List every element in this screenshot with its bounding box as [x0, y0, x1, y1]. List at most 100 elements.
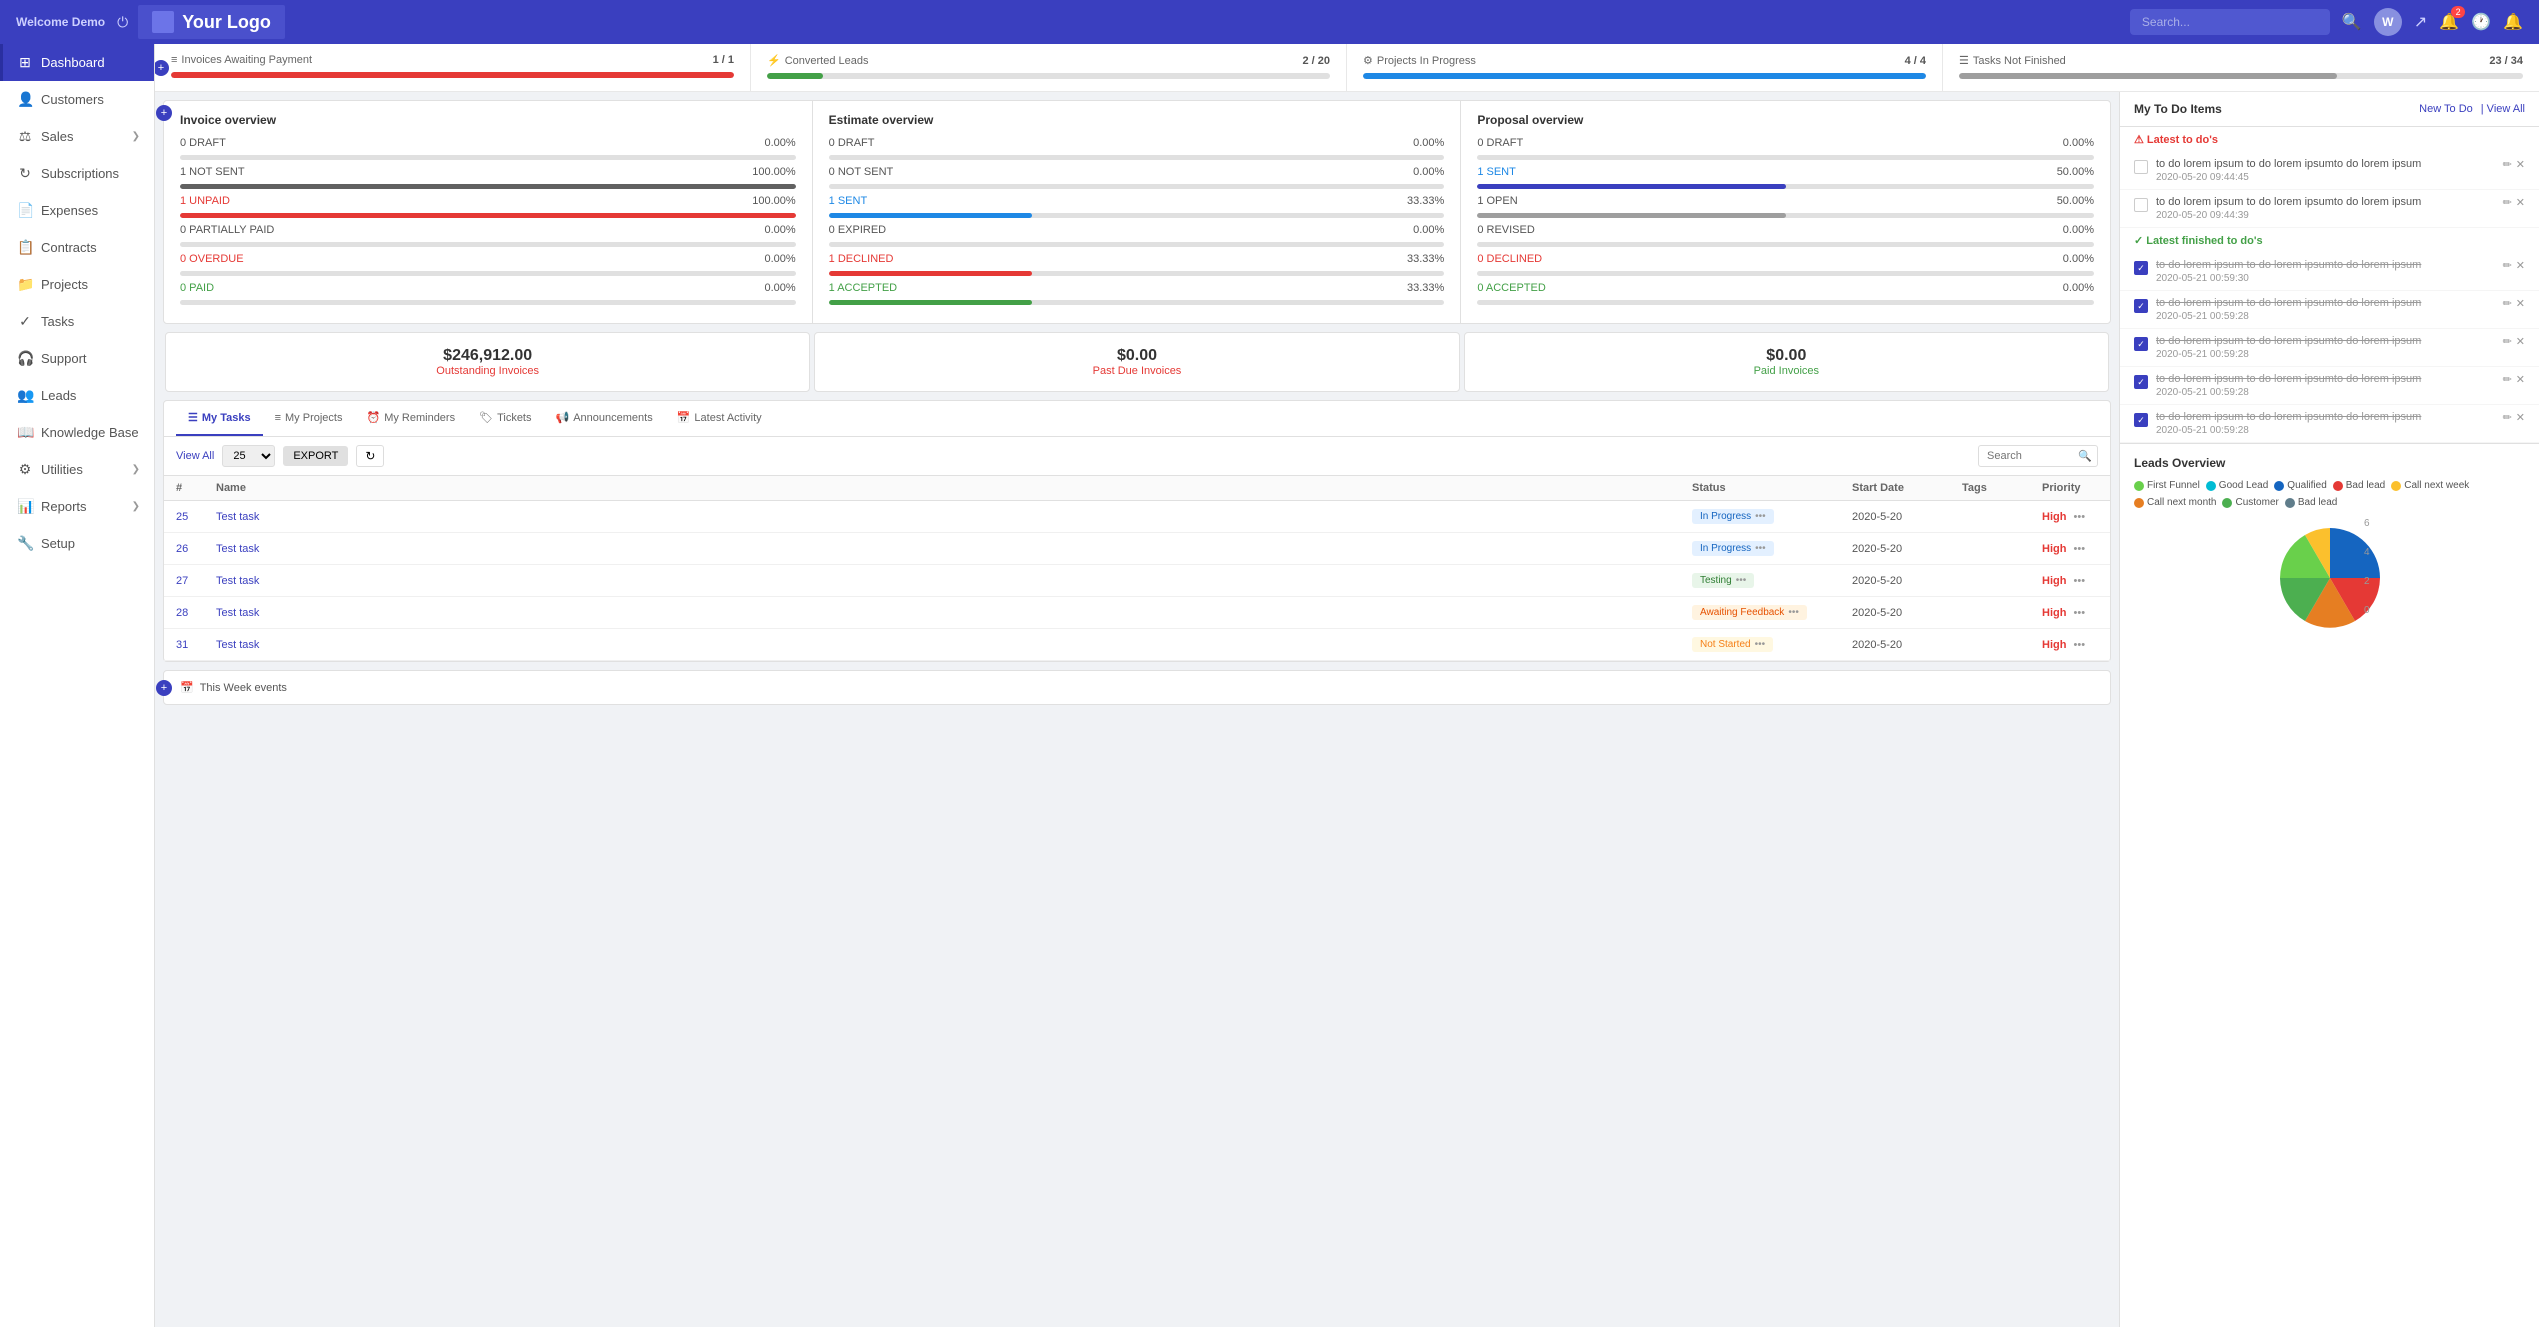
- delete-todo-btn-checked-4[interactable]: ✕: [2516, 373, 2525, 386]
- delete-todo-btn-1[interactable]: ✕: [2516, 158, 2525, 171]
- ov-draft-label: 0 DRAFT: [180, 137, 226, 149]
- global-search-input[interactable]: [2130, 9, 2330, 35]
- sidebar-item-setup[interactable]: 🔧 Setup: [0, 525, 154, 562]
- delete-todo-btn-checked-3[interactable]: ✕: [2516, 335, 2525, 348]
- sidebar-item-knowledge-base[interactable]: 📖 Knowledge Base: [0, 414, 154, 451]
- logo-text: Your Logo: [182, 12, 271, 33]
- task-id-link[interactable]: 28: [176, 607, 188, 619]
- priority-dots[interactable]: •••: [2074, 639, 2086, 651]
- task-id-link[interactable]: 31: [176, 639, 188, 651]
- sidebar-item-reports[interactable]: 📊 Reports ❯: [0, 488, 154, 525]
- priority-dots[interactable]: •••: [2074, 607, 2086, 619]
- task-tags: [1950, 533, 2030, 565]
- status-dots[interactable]: •••: [1736, 575, 1747, 586]
- task-name-link[interactable]: Test task: [216, 511, 259, 523]
- edit-todo-btn-checked-4[interactable]: ✏: [2503, 373, 2512, 386]
- stat-card-header-3: ⚙ Projects In Progress 4 / 4: [1363, 54, 1926, 67]
- tab-latest-activity[interactable]: 📅 Latest Activity: [665, 401, 774, 436]
- todo-checkbox-checked-5[interactable]: ✓: [2134, 413, 2148, 427]
- delete-todo-btn-checked-5[interactable]: ✕: [2516, 411, 2525, 424]
- task-id-link[interactable]: 27: [176, 575, 188, 587]
- todo-checkbox-checked-3[interactable]: ✓: [2134, 337, 2148, 351]
- tab-my-reminders[interactable]: ⏰ My Reminders: [354, 401, 467, 436]
- delete-todo-btn-checked-1[interactable]: ✕: [2516, 259, 2525, 272]
- per-page-select[interactable]: 25 50 100: [222, 445, 275, 467]
- priority-dots[interactable]: •••: [2074, 575, 2086, 587]
- sidebar-item-support[interactable]: 🎧 Support: [0, 340, 154, 377]
- my-tasks-icon: ☰: [188, 411, 198, 424]
- edit-todo-btn-checked-2[interactable]: ✏: [2503, 297, 2512, 310]
- edit-todo-btn-1[interactable]: ✏: [2503, 158, 2512, 171]
- task-id-link[interactable]: 26: [176, 543, 188, 555]
- task-name-link[interactable]: Test task: [216, 639, 259, 651]
- task-id-link[interactable]: 25: [176, 511, 188, 523]
- ov-row: 0 DRAFT 0.00%: [180, 137, 796, 149]
- task-name-link[interactable]: Test task: [216, 575, 259, 587]
- sidebar-item-tasks[interactable]: ✓ Tasks: [0, 303, 154, 340]
- edit-todo-btn-2[interactable]: ✏: [2503, 196, 2512, 209]
- add-week-btn[interactable]: +: [156, 680, 172, 696]
- status-dots[interactable]: •••: [1755, 639, 1766, 650]
- pastdue-label: Past Due Invoices: [835, 365, 1438, 377]
- sidebar-item-customers[interactable]: 👤 Customers: [0, 81, 154, 118]
- stat-card-value-4: 23 / 34: [2489, 55, 2523, 67]
- todo-checkbox-checked-4[interactable]: ✓: [2134, 375, 2148, 389]
- status-dots[interactable]: •••: [1755, 511, 1766, 522]
- tabs-header: ☰ My Tasks ≡ My Projects ⏰ My Reminders: [164, 401, 2110, 437]
- task-date: 2020-5-20: [1840, 629, 1950, 661]
- avatar[interactable]: W: [2374, 8, 2402, 36]
- power-icon[interactable]: ⏻: [117, 14, 128, 31]
- edit-todo-btn-checked-5[interactable]: ✏: [2503, 411, 2512, 424]
- share-icon[interactable]: ↗: [2414, 12, 2427, 32]
- clock-icon[interactable]: 🕐: [2471, 12, 2491, 32]
- edit-todo-btn-checked-1[interactable]: ✏: [2503, 259, 2512, 272]
- bell-icon[interactable]: 🔔: [2503, 12, 2523, 32]
- edit-todo-btn-checked-3[interactable]: ✏: [2503, 335, 2512, 348]
- summary-card-pastdue: $0.00 Past Due Invoices: [814, 332, 1459, 392]
- search-icon[interactable]: 🔍: [2342, 12, 2362, 32]
- stat-progress-4: [1959, 73, 2523, 79]
- export-button[interactable]: EXPORT: [283, 446, 348, 466]
- new-todo-link[interactable]: New To Do: [2419, 103, 2473, 115]
- status-dots[interactable]: •••: [1788, 607, 1799, 618]
- todo-date-checked-5: 2020-05-21 00:59:28: [2156, 425, 2495, 436]
- sidebar-item-dashboard[interactable]: ⊞ Dashboard: [0, 44, 154, 81]
- sidebar-item-leads[interactable]: 👥 Leads: [0, 377, 154, 414]
- refresh-button[interactable]: ↻: [356, 445, 384, 467]
- tab-tickets[interactable]: 🏷 Tickets: [467, 401, 543, 436]
- sidebar-item-contracts[interactable]: 📋 Contracts: [0, 229, 154, 266]
- notifications-icon[interactable]: 🔔 2: [2439, 12, 2459, 32]
- todo-checkbox-1[interactable]: [2134, 160, 2148, 174]
- delete-todo-btn-2[interactable]: ✕: [2516, 196, 2525, 209]
- delete-todo-btn-checked-2[interactable]: ✕: [2516, 297, 2525, 310]
- pastdue-amount: $0.00: [835, 347, 1438, 365]
- todo-checkbox-checked-1[interactable]: ✓: [2134, 261, 2148, 275]
- sidebar-item-subscriptions[interactable]: ↻ Subscriptions: [0, 155, 154, 192]
- add-overview-btn[interactable]: +: [156, 105, 172, 121]
- priority-dots[interactable]: •••: [2074, 511, 2086, 523]
- tab-my-projects[interactable]: ≡ My Projects: [263, 402, 355, 436]
- todo-checkbox-checked-2[interactable]: ✓: [2134, 299, 2148, 313]
- stat-card-projects: ⚙ Projects In Progress 4 / 4: [1347, 44, 1943, 91]
- sidebar-item-sales[interactable]: ⚖ Sales ❯: [0, 118, 154, 155]
- task-name-link[interactable]: Test task: [216, 543, 259, 555]
- sidebar-item-utilities[interactable]: ⚙ Utilities ❯: [0, 451, 154, 488]
- view-all-todo-link[interactable]: | View All: [2481, 103, 2525, 115]
- sidebar-label-customers: Customers: [41, 92, 104, 107]
- todo-actions-checked-4: ✏ ✕: [2503, 373, 2525, 386]
- calendar-icon: 📅: [180, 681, 194, 694]
- th-status: Status: [1680, 476, 1840, 501]
- view-all-link[interactable]: View All: [176, 450, 214, 462]
- tab-announcements[interactable]: 📢 Announcements: [544, 401, 665, 436]
- task-status: Awaiting Feedback •••: [1680, 597, 1840, 629]
- status-dots[interactable]: •••: [1755, 543, 1766, 554]
- todo-checkbox-2[interactable]: [2134, 198, 2148, 212]
- tab-my-tasks[interactable]: ☰ My Tasks: [176, 401, 263, 436]
- add-section-btn-1[interactable]: +: [155, 60, 169, 76]
- priority-dots[interactable]: •••: [2074, 543, 2086, 555]
- sidebar-item-expenses[interactable]: 📄 Expenses: [0, 192, 154, 229]
- todo-text-wrap-checked-4: to do lorem ipsum to do lorem ipsumto do…: [2156, 373, 2495, 398]
- sidebar-label-contracts: Contracts: [41, 240, 97, 255]
- task-name-link[interactable]: Test task: [216, 607, 259, 619]
- sidebar-item-projects[interactable]: 📁 Projects: [0, 266, 154, 303]
